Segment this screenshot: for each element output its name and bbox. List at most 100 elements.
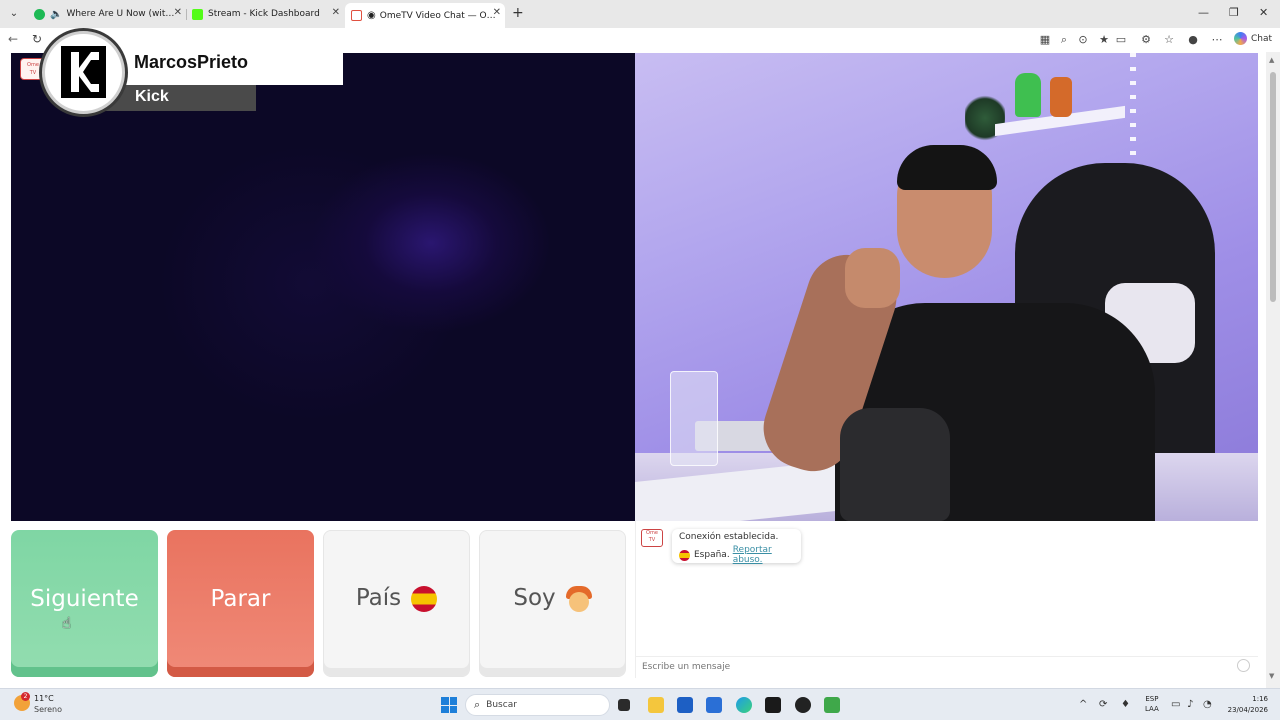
profile-avatar-icon[interactable]: ●	[1186, 33, 1200, 47]
emoji-icon[interactable]	[1237, 659, 1250, 672]
page-scrollbar[interactable]: ▲ ▼	[1266, 52, 1280, 688]
country-row: España. Reportar abuso.	[679, 545, 794, 565]
system-message-bubble: Conexión establecida. España. Reportar a…	[672, 529, 801, 565]
close-tab-icon[interactable]: ✕	[493, 7, 501, 18]
tab-ometv[interactable]: ◉ OmeTV Video Chat — Omegle ✕	[345, 3, 505, 28]
stop-button[interactable]: Parar	[167, 530, 314, 677]
tab-title: Stream - Kick Dashboard	[208, 9, 320, 19]
reload-icon[interactable]: ↻	[32, 32, 42, 46]
obs-icon[interactable]	[795, 697, 811, 713]
person-hair	[897, 145, 997, 190]
recording-icon: ◉	[367, 10, 376, 21]
kick-icon	[192, 8, 203, 20]
scroll-down-icon[interactable]: ▼	[1269, 672, 1274, 680]
streamer-name: MarcosPrieto	[134, 52, 249, 72]
next-button[interactable]: Siguiente	[11, 530, 158, 677]
country-button[interactable]: País	[323, 530, 470, 677]
language-indicator[interactable]: ESP LAA	[1145, 694, 1159, 714]
tab-title: OmeTV Video Chat — Omegle	[379, 10, 499, 21]
search-icon: ⌕	[474, 698, 481, 711]
boy-face-icon	[565, 585, 592, 612]
language-code: ESP	[1145, 695, 1159, 703]
favorite-star-icon[interactable]: ★	[1097, 33, 1111, 47]
tab-title: Where Are Ü Now (with Justin	[66, 9, 180, 19]
weather-temperature[interactable]: 11°C	[34, 694, 54, 703]
copilot-chat-button[interactable]: Chat	[1234, 32, 1272, 45]
tab-list-button[interactable]: ⌄	[6, 6, 22, 22]
windows-taskbar: 2 11°C Sereno ⌕ Buscar ^ ⟳ ♦ ESP LAA ▭ ♪…	[0, 688, 1280, 720]
tab-kick-dashboard[interactable]: Stream - Kick Dashboard ✕	[186, 3, 344, 25]
restore-icon[interactable]: ❐	[1229, 6, 1239, 19]
browser-extension-icon[interactable]: ⚙	[1139, 33, 1153, 47]
gender-button-label: Soy	[513, 585, 556, 612]
camera-icon[interactable]: ▭	[1114, 33, 1128, 47]
stop-button-label: Parar	[210, 585, 271, 612]
scroll-up-icon[interactable]: ▲	[1269, 56, 1274, 64]
ometv-icon	[351, 10, 362, 21]
more-menu-icon[interactable]: ⋯	[1210, 33, 1224, 47]
notifications-icon[interactable]: ◔	[1203, 699, 1212, 710]
spotify-icon	[34, 8, 45, 20]
outlook-icon[interactable]	[706, 697, 722, 713]
minimize-icon[interactable]: —	[1198, 6, 1209, 19]
glass	[670, 371, 718, 466]
keyboard-layout: LAA	[1145, 705, 1159, 713]
copilot-icon	[1234, 32, 1247, 45]
microphone-icon[interactable]: ♦	[1121, 699, 1130, 710]
kick-logo-icon	[61, 46, 106, 98]
close-window-icon[interactable]: ✕	[1259, 6, 1268, 19]
speaker-icon[interactable]: 🔈	[50, 9, 62, 20]
message-input[interactable]	[636, 656, 1258, 676]
app-icon[interactable]	[824, 697, 840, 713]
clock-date: 23/04/2026	[1227, 706, 1268, 714]
close-tab-icon[interactable]: ✕	[174, 7, 182, 18]
monitor-icon[interactable]: ▭	[1171, 699, 1180, 710]
windows-start-icon[interactable]	[441, 697, 457, 713]
partner-country: España.	[694, 550, 730, 560]
weather-alert-badge: 2	[21, 692, 30, 701]
figure-decor	[1015, 73, 1041, 117]
taskbar-search[interactable]: ⌕ Buscar	[465, 694, 610, 716]
extensions-icon[interactable]: ⊙	[1076, 33, 1090, 47]
scroll-thumb[interactable]	[1270, 72, 1276, 302]
chat-button-label: Chat	[1251, 33, 1273, 44]
ometv-chat-logo: Ome TV	[641, 529, 663, 547]
report-abuse-link[interactable]: Reportar abuso.	[733, 545, 794, 565]
back-icon[interactable]: ←	[8, 32, 18, 46]
gender-button[interactable]: Soy	[479, 530, 626, 677]
new-tab-button[interactable]: +	[512, 5, 524, 21]
terminal-icon[interactable]	[765, 697, 781, 713]
microphone	[840, 408, 950, 521]
weather-condition[interactable]: Sereno	[34, 705, 62, 714]
spain-flag-icon	[411, 585, 438, 612]
self-video	[635, 53, 1258, 521]
split-screen-icon[interactable]: ▦	[1038, 33, 1052, 47]
file-explorer-icon[interactable]	[648, 697, 664, 713]
volume-icon[interactable]: ♪	[1187, 699, 1193, 710]
screen: ⌄ 🔈 Where Are Ü Now (with Justin ✕ Strea…	[0, 0, 1280, 720]
network-sync-icon[interactable]: ⟳	[1099, 699, 1107, 710]
connection-status: Conexión establecida.	[679, 532, 779, 542]
country-button-label: País	[355, 585, 402, 612]
search-placeholder: Buscar	[486, 700, 517, 710]
close-tab-icon[interactable]: ✕	[332, 7, 340, 18]
next-button-label: Siguiente	[30, 585, 139, 612]
person-hand	[845, 248, 900, 308]
country-button-content: País	[355, 585, 438, 622]
edge-icon[interactable]	[736, 697, 752, 713]
stranger-video	[11, 53, 635, 521]
system-clock[interactable]: 1:16 23/04/2026	[1226, 694, 1268, 716]
show-hidden-icons[interactable]: ^	[1079, 699, 1087, 710]
platform-name: Kick	[135, 88, 169, 105]
gender-button-content: Soy	[513, 585, 592, 622]
tab-spotify[interactable]: 🔈 Where Are Ü Now (with Justin ✕	[28, 3, 186, 25]
mouse-pointer-icon: ☝	[62, 614, 72, 632]
zoom-icon[interactable]: ⌕	[1057, 33, 1071, 47]
favorites-icon[interactable]: ☆	[1162, 33, 1176, 47]
store-icon[interactable]	[677, 697, 693, 713]
clock-time: 1:16	[1252, 695, 1268, 703]
spain-flag-icon	[679, 549, 690, 561]
task-view-icon[interactable]	[618, 699, 630, 711]
browser-tab-strip: ⌄ 🔈 Where Are Ü Now (with Justin ✕ Strea…	[0, 0, 1280, 28]
figure-decor	[1050, 77, 1072, 117]
